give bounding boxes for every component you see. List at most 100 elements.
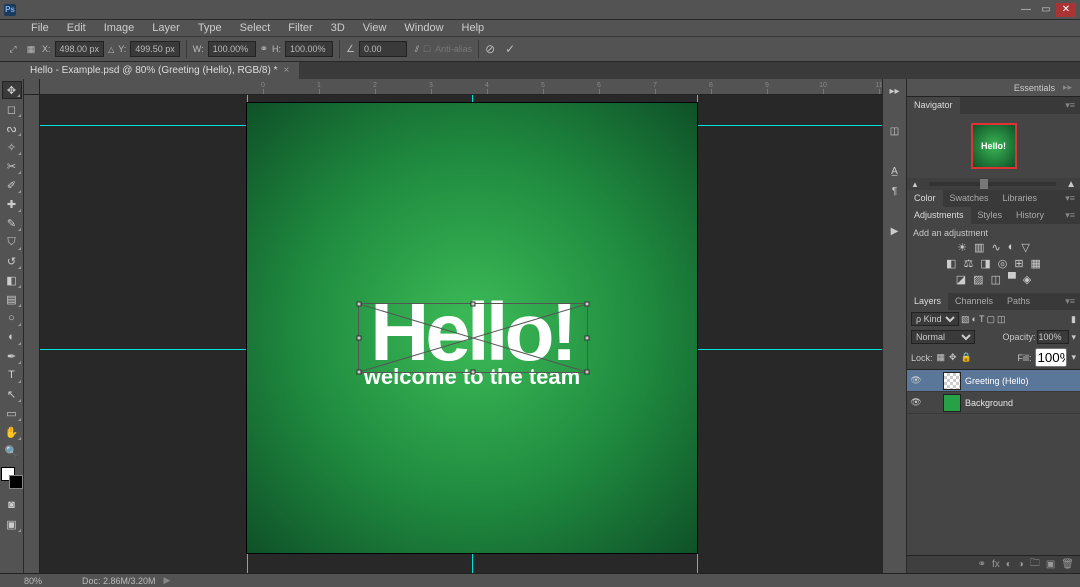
reference-point-icon[interactable]: ▦ [24,42,38,56]
pen-tool[interactable]: ✒ [2,347,22,365]
expand-dock-icon[interactable]: ▸▸ [886,82,904,100]
lock-all-icon[interactable]: 🔒 [961,352,972,363]
h-input[interactable]: 100.00% [285,41,333,57]
menu-image[interactable]: Image [95,20,144,36]
workspace-switcher[interactable]: Essentials ▸▸ [907,79,1080,97]
document-tab[interactable]: Hello - Example.psd @ 80% (Greeting (Hel… [22,62,299,79]
link-layers-icon[interactable]: ⚭ [978,559,986,570]
layer-row[interactable]: 👁 Greeting (Hello) [907,370,1080,392]
history-tab[interactable]: History [1009,207,1051,224]
new-layer-icon[interactable]: ▣ [1046,559,1055,570]
filter-type-icon[interactable]: T [979,314,985,324]
paths-tab[interactable]: Paths [1000,293,1037,310]
delete-layer-icon[interactable]: 🗑 [1061,559,1074,570]
menu-window[interactable]: Window [395,20,452,36]
navigator-zoom-slider[interactable]: ▲ ▲ [907,178,1080,190]
lock-position-icon[interactable]: ✥ [949,352,957,363]
filter-toggle[interactable]: ▮ [1071,314,1076,325]
layer-thumbnail[interactable] [943,394,961,412]
zoom-slider-handle[interactable] [980,179,988,189]
background-color[interactable] [9,475,23,489]
minimize-button[interactable]: — [1016,3,1036,17]
photofilter-icon[interactable]: ◎ [998,257,1008,270]
layer-thumbnail[interactable] [943,372,961,390]
channelmixer-icon[interactable]: ⊞ [1014,257,1023,270]
antialias-checkbox[interactable]: ☐ [423,44,431,55]
histogram-icon[interactable]: ◫ [886,122,904,140]
canvas-viewport[interactable]: Hello! welcome to the team [40,95,906,573]
menu-3d[interactable]: 3D [322,20,354,36]
zoom-level[interactable]: 80% [24,576,74,586]
exposure-icon[interactable]: ◐ [1008,241,1015,254]
menu-file[interactable]: File [22,20,58,36]
commit-transform-icon[interactable]: ✓ [505,42,515,56]
lasso-tool[interactable]: ᔓ [2,119,22,137]
menu-select[interactable]: Select [231,20,280,36]
path-select-tool[interactable]: ↖ [2,385,22,403]
posterize-icon[interactable]: ▨ [973,273,983,286]
layer-name[interactable]: Background [965,398,1013,408]
w-input[interactable]: 100.00% [208,41,256,57]
status-menu-icon[interactable]: ▶ [164,575,171,586]
new-group-icon[interactable]: 🗀 [1030,556,1040,573]
visibility-toggle[interactable]: 👁 [907,375,925,386]
filter-smart-icon[interactable]: ◫ [997,314,1006,325]
healing-tool[interactable]: ✚ [2,195,22,213]
navigator-tab[interactable]: Navigator [907,97,960,114]
transform-bounds[interactable] [358,303,588,373]
paragraph-panel-icon[interactable]: ¶ [886,182,904,200]
menu-edit[interactable]: Edit [58,20,95,36]
gradient-tool[interactable]: ▤ [2,290,22,308]
invert-icon[interactable]: ◪ [956,273,966,286]
shape-tool[interactable]: ▭ [2,404,22,422]
color-tab[interactable]: Color [907,190,943,207]
eyedropper-tool[interactable]: ✐ [2,176,22,194]
horizontal-ruler[interactable]: 0 1 2 3 4 5 6 7 8 9 10 11 [40,79,906,95]
vibrance-icon[interactable]: ▽ [1021,241,1029,254]
threshold-icon[interactable]: ◫ [991,273,1001,286]
levels-icon[interactable]: ▥ [974,241,984,254]
menu-type[interactable]: Type [189,20,231,36]
quickmask-toggle[interactable]: ◙ [2,496,22,514]
bw-icon[interactable]: ◨ [980,257,990,270]
skew-h-icon[interactable]: ⫽ [415,44,419,55]
layer-mask-icon[interactable]: ◐ [1006,559,1012,570]
magic-wand-tool[interactable]: ✧ [2,138,22,156]
document-tab-close[interactable]: × [283,65,289,76]
guide-vertical[interactable] [697,95,698,573]
menu-filter[interactable]: Filter [279,20,321,36]
menu-view[interactable]: View [354,20,396,36]
character-panel-icon[interactable]: A̲ [886,162,904,180]
layers-tab[interactable]: Layers [907,293,948,310]
move-tool[interactable]: ✥ [2,81,22,99]
selective-icon[interactable]: ◈ [1023,273,1031,286]
gradientmap-icon[interactable]: ▀ [1008,273,1016,286]
curves-icon[interactable]: ∿ [991,241,1000,254]
swatches-tab[interactable]: Swatches [943,190,996,207]
lock-pixels-icon[interactable]: ▦ [937,352,946,363]
y-input[interactable]: 499.50 px [130,41,180,57]
hue-icon[interactable]: ◧ [946,257,956,270]
marquee-tool[interactable]: ◻ [2,100,22,118]
menu-help[interactable]: Help [453,20,494,36]
dodge-tool[interactable]: ◐ [2,328,22,346]
panel-menu-icon[interactable]: ▾≡ [1060,190,1080,207]
layer-fx-icon[interactable]: fx [992,559,1000,570]
layer-name[interactable]: Greeting (Hello) [965,376,1029,386]
layer-row[interactable]: 👁 Background [907,392,1080,414]
brush-tool[interactable]: ✎ [2,214,22,232]
maximize-button[interactable]: ▭ [1036,3,1056,17]
cancel-transform-icon[interactable]: ⊘ [485,42,495,56]
zoom-tool[interactable]: 🔍 [2,442,22,460]
aspect-link-icon[interactable]: ⚭ [260,44,268,55]
stamp-tool[interactable]: ⛉ [2,233,22,251]
vertical-ruler[interactable] [24,95,40,573]
crop-tool[interactable]: ✂ [2,157,22,175]
angle-input[interactable]: 0.00 [359,41,407,57]
x-input[interactable]: 498.00 px [55,41,105,57]
delta-icon[interactable]: △ [108,45,114,54]
doc-size[interactable]: Doc: 2.86M/3.20M [82,576,156,586]
brightness-icon[interactable]: ☀ [957,241,967,254]
screenmode-toggle[interactable]: ▣ [2,515,22,533]
filter-adjust-icon[interactable]: ◐ [972,314,977,324]
